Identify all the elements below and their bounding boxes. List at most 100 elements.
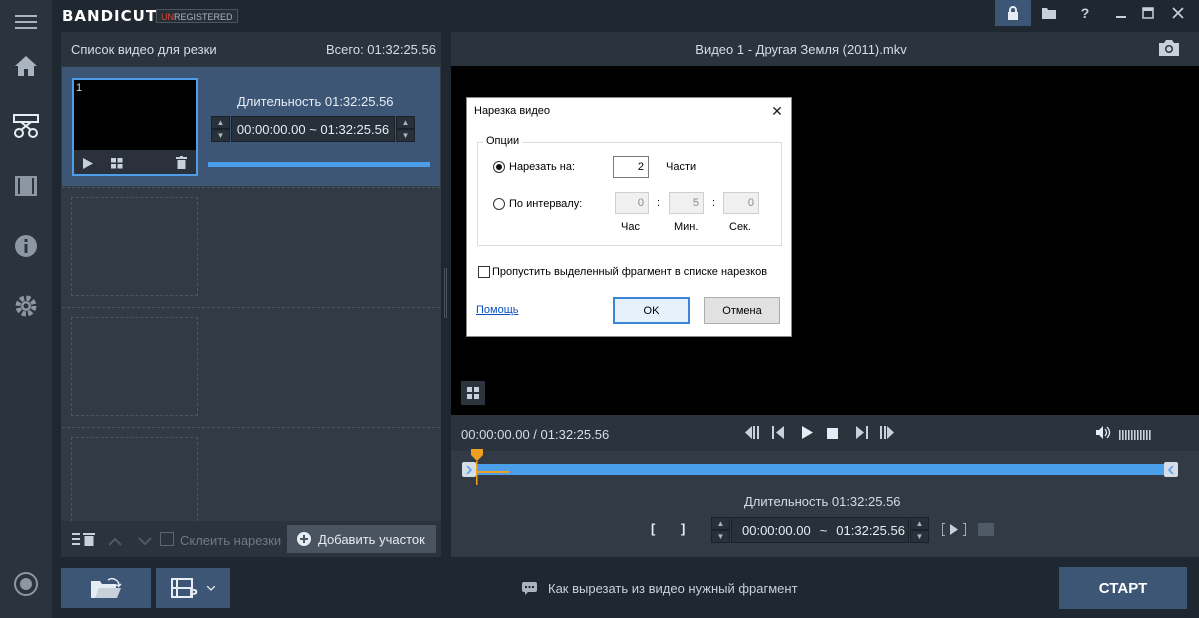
svg-text:P: P <box>189 587 198 599</box>
help-link[interactable]: Помощь <box>476 304 519 316</box>
interval-label: По интервалу: <box>509 198 583 210</box>
move-down-icon[interactable] <box>138 534 152 549</box>
segment-list-title: Список видео для резки <box>71 42 217 57</box>
empty-slot <box>71 197 198 296</box>
unregistered-badge: UNREGISTERED <box>156 9 238 23</box>
play-button-icon[interactable] <box>802 426 813 442</box>
add-segment-button[interactable]: Добавить участок <box>287 525 436 553</box>
radio-dot <box>496 164 502 170</box>
seconds-label: Сек. <box>729 221 751 233</box>
playhead-marker[interactable] <box>470 449 509 490</box>
end-handle[interactable] <box>1164 462 1178 477</box>
selection-start[interactable]: 00:00:00.00 <box>742 523 811 538</box>
segment-time-range[interactable]: 00:00:00.00 ~ 01:32:25.56 <box>231 116 395 142</box>
minutes-label: Мин. <box>674 221 699 233</box>
plus-circle-icon <box>297 532 311 546</box>
gear-icon[interactable] <box>0 284 52 328</box>
film-format-icon: P <box>171 578 198 599</box>
skip-selected-checkbox[interactable] <box>478 266 490 278</box>
skip-selected-label: Пропустить выделенный фрагмент в списке … <box>492 266 768 278</box>
prev-segment-icon[interactable] <box>744 426 760 442</box>
open-folder-icon <box>91 578 122 598</box>
cut-into-radio[interactable] <box>493 161 505 173</box>
chevron-down-icon <box>207 585 215 591</box>
home-icon[interactable] <box>0 44 52 88</box>
help-hint-link[interactable]: Как вырезать из видео нужный фрагмент <box>548 581 798 596</box>
timeline-track[interactable] <box>462 464 1178 475</box>
set-start-icon[interactable]: [ <box>651 521 655 536</box>
play-icon[interactable] <box>83 157 93 172</box>
sel-start-up-icon[interactable]: ▲ <box>711 517 730 530</box>
chat-icon <box>522 582 537 598</box>
segment-number: 1 <box>76 82 83 94</box>
interval-minutes-input[interactable]: 5 <box>669 192 704 214</box>
dialog-close-icon[interactable]: ✕ <box>768 102 786 120</box>
grid-icon[interactable] <box>111 157 123 172</box>
options-group-label: Опции <box>483 135 523 147</box>
cancel-button[interactable]: Отмена <box>704 297 780 324</box>
info-icon[interactable] <box>0 224 52 268</box>
folder-icon[interactable] <box>1031 0 1067 26</box>
selection-end[interactable]: 01:32:25.56 <box>836 523 905 538</box>
stop-selection-icon[interactable] <box>978 523 994 539</box>
help-icon[interactable]: ? <box>1067 0 1103 26</box>
slot-divider <box>62 187 440 188</box>
next-segment-icon[interactable] <box>879 426 895 442</box>
segment-progress <box>208 162 430 167</box>
dialog-title: Нарезка видео <box>474 105 550 117</box>
film-icon[interactable] <box>0 164 52 208</box>
set-end-icon[interactable]: ] <box>681 521 685 536</box>
side-rail <box>0 0 52 618</box>
sel-end-up-icon[interactable]: ▲ <box>910 517 929 530</box>
playback-time: 00:00:00.00 / 01:32:25.56 <box>461 427 610 442</box>
play-selection-icon[interactable] <box>941 522 967 539</box>
playhead-segment <box>477 471 509 473</box>
move-up-icon[interactable] <box>108 534 122 549</box>
volume-slider[interactable] <box>1119 428 1151 443</box>
colon-separator: : <box>712 197 716 209</box>
start-button[interactable]: СТАРТ <box>1059 567 1187 609</box>
end-down-icon[interactable]: ▼ <box>396 129 415 142</box>
ok-button[interactable]: OK <box>613 297 690 324</box>
interval-radio[interactable] <box>493 198 505 210</box>
interval-seconds-input[interactable]: 0 <box>723 192 759 214</box>
interval-hours-input[interactable]: 0 <box>615 192 649 214</box>
volume-icon[interactable] <box>1096 426 1112 442</box>
close-icon[interactable] <box>1160 0 1196 26</box>
badge-rest: REGISTERED <box>174 12 233 22</box>
clear-list-icon[interactable] <box>72 532 96 549</box>
start-up-icon[interactable]: ▲ <box>211 116 230 129</box>
parts-count-input[interactable]: 2 <box>613 156 649 178</box>
overlay-grid-icon[interactable] <box>461 381 485 405</box>
badge-un: UN <box>161 12 174 22</box>
lock-icon[interactable] <box>995 0 1031 26</box>
selection-time-range[interactable]: 00:00:00.00 ~ 01:32:25.56 <box>731 517 909 543</box>
start-down-icon[interactable]: ▼ <box>211 129 230 142</box>
segment-duration: Длительность 01:32:25.56 <box>237 94 394 109</box>
panel-splitter[interactable] <box>444 268 447 318</box>
empty-slot <box>71 317 198 416</box>
slot-divider <box>62 427 440 428</box>
selection-separator: ~ <box>819 522 828 538</box>
end-up-icon[interactable]: ▲ <box>396 116 415 129</box>
output-format-button[interactable]: P <box>156 568 230 608</box>
camera-icon[interactable] <box>1159 40 1179 59</box>
stop-icon[interactable] <box>827 427 838 442</box>
prev-frame-icon[interactable] <box>772 426 786 442</box>
sel-start-down-icon[interactable]: ▼ <box>711 530 730 543</box>
open-file-button[interactable] <box>61 568 151 608</box>
empty-slot <box>71 437 198 521</box>
segment-list-total: Всего: 01:32:25.56 <box>326 42 436 57</box>
app-logo: BANDICUT <box>62 7 158 25</box>
hours-label: Час <box>621 221 640 233</box>
colon-separator: : <box>657 197 661 209</box>
add-segment-label: Добавить участок <box>318 531 425 547</box>
record-icon[interactable] <box>0 562 52 606</box>
next-frame-icon[interactable] <box>854 426 868 442</box>
sel-end-down-icon[interactable]: ▼ <box>910 530 929 543</box>
cut-icon[interactable] <box>0 104 52 148</box>
slot-divider <box>62 307 440 308</box>
trash-icon[interactable] <box>176 156 187 172</box>
join-checkbox[interactable] <box>160 532 174 546</box>
menu-icon[interactable] <box>0 0 52 44</box>
